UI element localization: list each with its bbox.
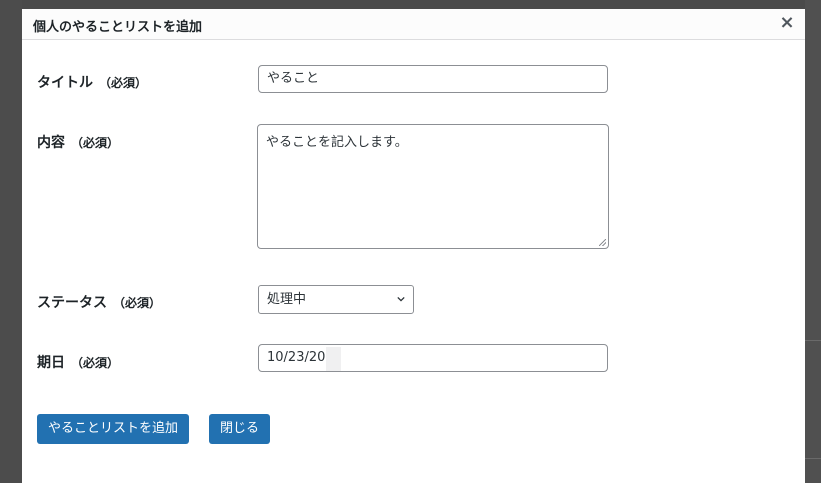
- status-label: ステータス （必須）: [37, 292, 161, 312]
- resize-handle-icon[interactable]: [599, 239, 606, 246]
- close-button[interactable]: 閉じる: [209, 414, 270, 444]
- title-input-value: やること: [267, 71, 320, 86]
- title-label-text: タイトル: [37, 75, 93, 91]
- due-date-input[interactable]: 10/23/20: [258, 344, 608, 372]
- backdrop-overlay-right: [805, 0, 821, 483]
- content-textarea[interactable]: やることを記入します。: [257, 124, 609, 249]
- chevron-down-icon: [397, 296, 405, 302]
- content-label-text: 内容: [37, 135, 65, 151]
- status-select-value: 処理中: [267, 292, 307, 307]
- content-required-mark: （必須）: [71, 136, 120, 150]
- backdrop-divider: [805, 458, 821, 459]
- redaction-mask: [326, 347, 341, 371]
- title-required-mark: （必須）: [99, 76, 148, 90]
- due-date-label-text: 期日: [37, 355, 65, 371]
- dialog-header: 個人のやることリストを追加 ×: [22, 9, 805, 40]
- title-label: タイトル （必須）: [37, 72, 147, 92]
- backdrop-divider: [805, 340, 821, 341]
- due-date-label: 期日 （必須）: [37, 352, 119, 372]
- status-select[interactable]: 処理中: [258, 285, 414, 314]
- title-input[interactable]: やること: [258, 65, 608, 93]
- add-todo-dialog: 個人のやることリストを追加 × タイトル （必須） やること 内容 （必須） やるこ…: [22, 9, 805, 483]
- status-label-text: ステータス: [37, 295, 107, 311]
- due-date-input-value: 10/23/20: [267, 350, 326, 365]
- status-required-mark: （必須）: [113, 296, 162, 310]
- close-icon[interactable]: ×: [778, 14, 796, 32]
- content-label: 内容 （必須）: [37, 132, 119, 152]
- backdrop-overlay: [0, 0, 22, 483]
- add-todo-button[interactable]: やることリストを追加: [37, 414, 189, 444]
- dialog-title: 個人のやることリストを追加: [33, 20, 203, 35]
- due-date-required-mark: （必須）: [71, 356, 120, 370]
- content-textarea-value: やることを記入します。: [266, 135, 408, 150]
